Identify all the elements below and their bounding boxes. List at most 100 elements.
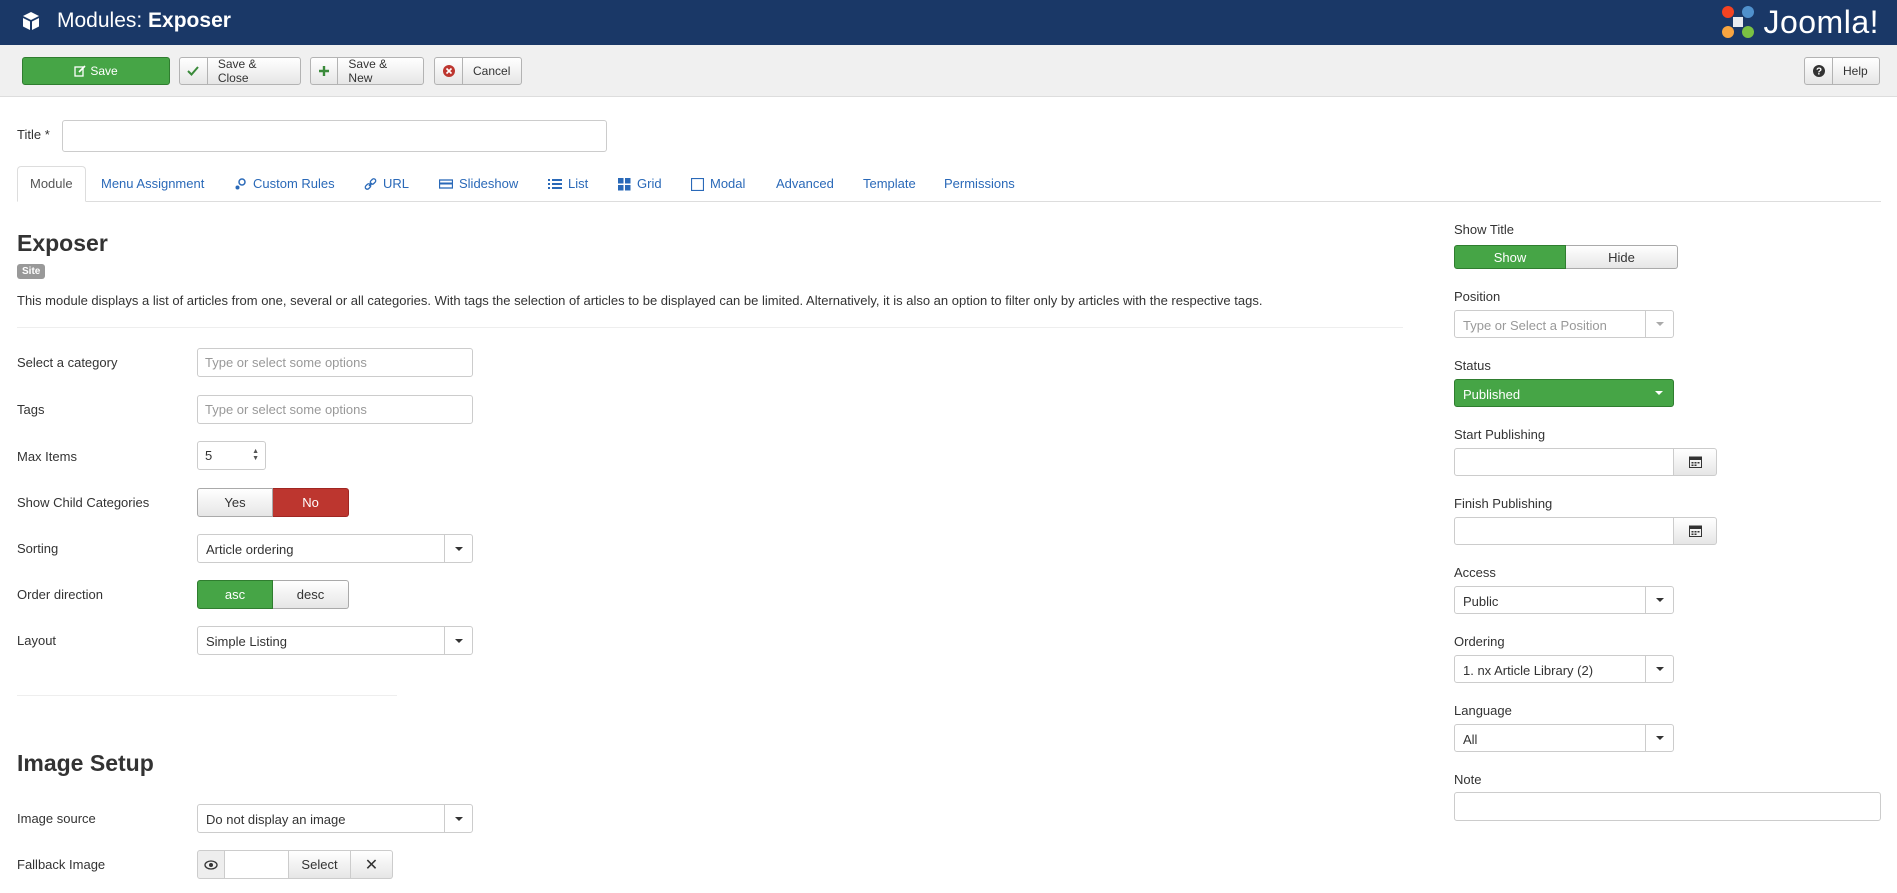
- status-label: Status: [1454, 358, 1491, 373]
- language-select[interactable]: All: [1454, 724, 1674, 752]
- cancel-button[interactable]: Cancel: [434, 57, 522, 85]
- list-icon: [548, 179, 562, 189]
- tab-slideshow[interactable]: Slideshow: [439, 166, 518, 202]
- check-icon: [180, 58, 208, 84]
- tab-module[interactable]: Module: [17, 166, 86, 202]
- tab-label: Custom Rules: [253, 176, 335, 191]
- tab-label: Module: [30, 176, 73, 191]
- finish-publishing-field: [1454, 517, 1717, 545]
- calendar-icon[interactable]: [1674, 517, 1717, 545]
- ordering-label: Ordering: [1454, 634, 1505, 649]
- clear-icon[interactable]: ✕: [351, 850, 393, 879]
- tags-select[interactable]: Type or select some options: [197, 395, 473, 424]
- access-select[interactable]: Public: [1454, 586, 1674, 614]
- page-title: Modules: Exposer: [57, 8, 231, 34]
- start-publishing-input[interactable]: [1454, 448, 1674, 476]
- tab-label: Permissions: [944, 176, 1015, 191]
- order-desc-button[interactable]: desc: [273, 580, 349, 609]
- tab-label: URL: [383, 176, 410, 191]
- site-badge: Site: [17, 264, 46, 279]
- eye-icon[interactable]: [197, 850, 225, 879]
- tab-grid[interactable]: Grid: [618, 166, 662, 202]
- status-select[interactable]: Published: [1454, 379, 1674, 407]
- tab-label: Grid: [637, 176, 662, 191]
- fallback-image-path[interactable]: [225, 850, 289, 879]
- note-input[interactable]: [1454, 792, 1881, 821]
- sorting-select[interactable]: Article ordering: [197, 534, 473, 563]
- show-title-show-button[interactable]: Show: [1454, 245, 1566, 269]
- chevron-down-icon[interactable]: [1645, 380, 1673, 406]
- save-button[interactable]: Save: [22, 57, 170, 85]
- fallback-image-field: Select ✕: [197, 850, 393, 879]
- show-title-hide-button[interactable]: Hide: [1566, 245, 1678, 269]
- show-title-label: Show Title: [1454, 222, 1514, 237]
- child-categories-toggle: Yes No: [197, 488, 349, 517]
- tab-modal[interactable]: Modal: [691, 166, 745, 202]
- slideshow-icon: [439, 179, 453, 189]
- tags-label: Tags: [17, 402, 45, 417]
- chevron-down-icon[interactable]: [444, 805, 472, 832]
- order-asc-button[interactable]: asc: [197, 580, 273, 609]
- category-label: Select a category: [17, 355, 118, 370]
- tab-template[interactable]: Template: [863, 166, 916, 202]
- tab-label: Modal: [710, 176, 746, 191]
- access-value: Public: [1463, 594, 1499, 609]
- help-button[interactable]: ? Help: [1804, 57, 1880, 85]
- tab-menu-assignment[interactable]: Menu Assignment: [101, 166, 204, 202]
- divider: [17, 327, 1403, 328]
- category-select[interactable]: Type or select some options: [197, 348, 473, 377]
- chevron-down-icon[interactable]: [1645, 311, 1673, 337]
- child-categories-yes-button[interactable]: Yes: [197, 488, 273, 517]
- calendar-icon[interactable]: [1674, 448, 1717, 476]
- status-value: Published: [1463, 387, 1521, 402]
- header-bar: Modules: Exposer Joomla!: [0, 0, 1897, 45]
- finish-publishing-label: Finish Publishing: [1454, 496, 1553, 511]
- tab-custom-rules[interactable]: Custom Rules: [234, 166, 335, 202]
- tab-label: Advanced: [776, 176, 834, 191]
- fallback-image-label: Fallback Image: [17, 857, 106, 872]
- max-items-label: Max Items: [17, 449, 77, 464]
- tab-advanced[interactable]: Advanced: [776, 166, 834, 202]
- chevron-down-icon[interactable]: [1645, 725, 1673, 751]
- modal-icon: [691, 177, 704, 191]
- order-direction-label: Order direction: [17, 587, 103, 602]
- max-items-stepper[interactable]: 5 ▲ ▼: [197, 441, 266, 470]
- title-input[interactable]: [62, 120, 607, 152]
- help-icon: ?: [1805, 58, 1833, 84]
- layout-value: Simple Listing: [206, 634, 287, 649]
- child-categories-no-button[interactable]: No: [273, 488, 349, 517]
- module-title: Exposer: [17, 230, 108, 256]
- access-label: Access: [1454, 565, 1496, 580]
- tab-url[interactable]: URL: [364, 166, 409, 202]
- cube-icon: [23, 12, 39, 30]
- finish-publishing-input[interactable]: [1454, 517, 1674, 545]
- spinner-arrows-icon[interactable]: ▲ ▼: [252, 448, 259, 462]
- fallback-select-button[interactable]: Select: [289, 850, 351, 879]
- tab-permissions[interactable]: Permissions: [944, 166, 1015, 202]
- start-publishing-label: Start Publishing: [1454, 427, 1546, 442]
- order-direction-toggle: asc desc: [197, 580, 349, 609]
- joomla-logo-icon: [1722, 6, 1755, 38]
- chevron-down-icon[interactable]: [1645, 587, 1673, 613]
- image-setup-title: Image Setup: [17, 750, 154, 776]
- tab-list[interactable]: List: [548, 166, 588, 202]
- image-source-select[interactable]: Do not display an image: [197, 804, 473, 833]
- ordering-select[interactable]: 1. nx Article Library (2): [1454, 655, 1674, 683]
- save-new-button[interactable]: Save & New: [310, 57, 424, 85]
- chevron-down-icon[interactable]: [444, 535, 472, 562]
- layout-select[interactable]: Simple Listing: [197, 626, 473, 655]
- save-close-button[interactable]: Save & Close: [179, 57, 301, 85]
- save-close-label: Save & Close: [217, 57, 257, 85]
- position-placeholder: Type or Select a Position: [1463, 318, 1607, 333]
- toolbar: Save Save & Close Save & New Cancel ? He…: [0, 45, 1897, 97]
- child-categories-label: Show Child Categories: [17, 495, 150, 510]
- link-icon: [364, 177, 377, 190]
- language-label: Language: [1454, 703, 1512, 718]
- chevron-down-icon[interactable]: [444, 627, 472, 654]
- chevron-down-icon[interactable]: [1645, 656, 1673, 682]
- position-select[interactable]: Type or Select a Position: [1454, 310, 1674, 338]
- joomla-logo-text: Joomla!: [1763, 3, 1879, 40]
- cancel-label: Cancel: [473, 64, 511, 78]
- layout-label: Layout: [17, 633, 57, 648]
- edit-icon: [74, 58, 86, 84]
